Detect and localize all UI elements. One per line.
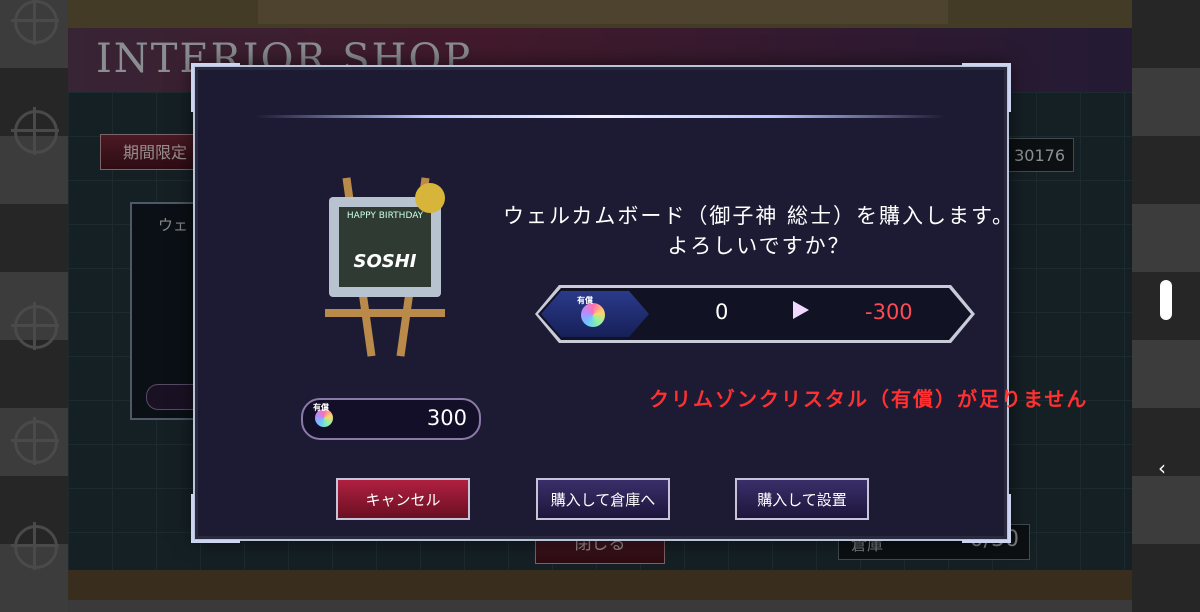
- side-tile: [1132, 340, 1200, 408]
- paid-tag: 有償: [577, 296, 593, 305]
- crystal-gem-icon: [581, 303, 605, 327]
- exchange-currency-badge: 有償: [541, 291, 649, 337]
- confirm-message-line2: よろしいですか？: [667, 234, 851, 258]
- side-tile: [0, 204, 68, 272]
- buy-to-storage-button[interactable]: 購入して倉庫へ: [536, 478, 670, 520]
- easel-bar: [325, 309, 445, 317]
- item-price: 有償 300: [301, 398, 481, 440]
- insufficient-funds-warning: クリムゾンクリスタル（有償）が足りません: [649, 387, 1089, 411]
- side-tile: [1132, 408, 1200, 476]
- cancel-button[interactable]: キャンセル: [336, 478, 470, 520]
- side-tile: [1132, 476, 1200, 544]
- side-tile: [0, 340, 68, 408]
- currency-exchange-bar: 有償 0 -300: [535, 285, 975, 343]
- corner-ornament: [191, 63, 240, 112]
- side-tile: [1132, 68, 1200, 136]
- crosshair-decoration-icon: [11, 417, 59, 465]
- welcome-board-image: HAPPY BIRTHDAY SOSHI: [325, 177, 455, 357]
- crosshair-decoration-icon: [11, 0, 59, 45]
- board-surface: HAPPY BIRTHDAY SOSHI: [339, 207, 431, 287]
- confirm-message-line1: ウェルカムボード（御子神 総士）を購入します。: [503, 204, 1015, 228]
- board-text-line1: HAPPY BIRTHDAY: [346, 211, 424, 221]
- dialog-divider: [255, 115, 945, 118]
- after-balance: -300: [865, 300, 913, 324]
- paid-tag: 有償: [313, 403, 329, 412]
- corner-ornament: [962, 494, 1011, 543]
- crosshair-decoration-icon: [11, 107, 59, 155]
- corner-ornament: [191, 494, 240, 543]
- android-nav-handle[interactable]: [1160, 280, 1172, 320]
- current-balance: 0: [715, 300, 729, 324]
- confirm-message: ウェルカムボード（御子神 総士）を購入します。 よろしいですか？: [479, 201, 1039, 261]
- side-tile: [1132, 544, 1200, 612]
- price-value: 300: [426, 406, 467, 430]
- corner-ornament: [962, 63, 1011, 112]
- board-text-line2: SOSHI: [353, 251, 417, 272]
- side-tile: [1132, 204, 1200, 272]
- side-tile: [1132, 136, 1200, 204]
- arrow-right-icon: [793, 301, 809, 319]
- crosshair-decoration-icon: [11, 522, 59, 570]
- crosshair-decoration-icon: [11, 302, 59, 350]
- ribbon-icon: [415, 183, 445, 213]
- left-side-bar: [0, 0, 68, 612]
- side-tile: [1132, 0, 1200, 68]
- buy-and-place-button[interactable]: 購入して設置: [735, 478, 869, 520]
- purchase-dialog: HAPPY BIRTHDAY SOSHI 有償 300 ウェルカムボード（御子神…: [191, 63, 1086, 543]
- chevron-left-icon[interactable]: ‹: [1158, 456, 1166, 480]
